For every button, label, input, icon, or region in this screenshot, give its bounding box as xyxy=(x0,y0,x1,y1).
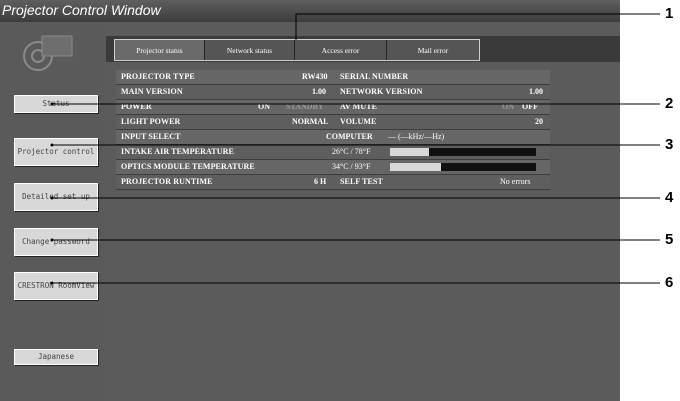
callout-lines xyxy=(50,13,660,285)
callout-number-6: 6 xyxy=(665,274,674,291)
callout-number-2: 2 xyxy=(665,95,674,112)
callout-number-4: 4 xyxy=(665,189,674,206)
callout-number-1: 1 xyxy=(665,5,674,22)
callout-number-3: 3 xyxy=(665,136,674,153)
callout-dot-6 xyxy=(50,281,54,285)
callout-dot-5 xyxy=(50,238,54,242)
callout-dot-4 xyxy=(50,196,54,200)
callout-dot-2 xyxy=(50,102,54,106)
callout-number-5: 5 xyxy=(665,231,674,248)
callout-dot-3 xyxy=(50,143,54,147)
callout-line-1 xyxy=(295,13,660,40)
